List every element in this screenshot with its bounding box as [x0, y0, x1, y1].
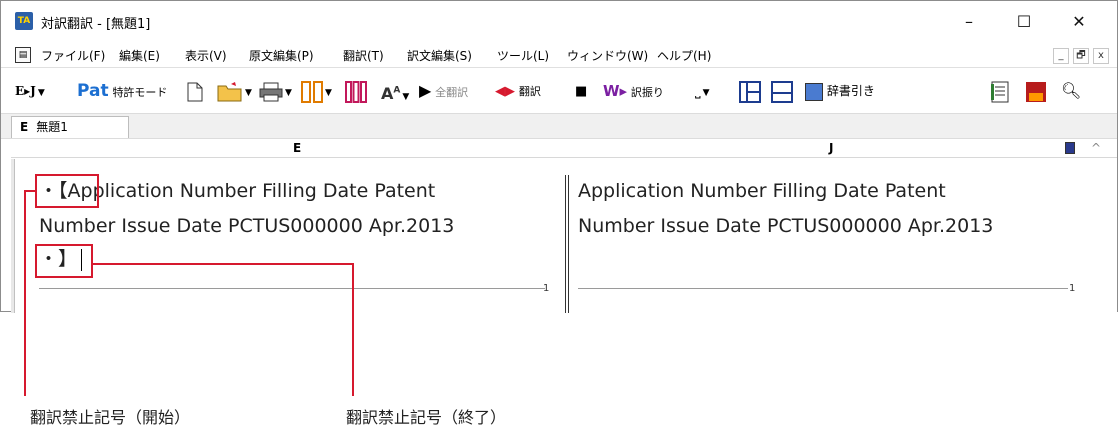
- new-document-icon: [187, 82, 203, 101]
- stop-button[interactable]: ■: [575, 78, 587, 104]
- menu-source-edit[interactable]: 原文編集(P): [249, 47, 314, 64]
- tab-title: 無題1: [36, 120, 68, 134]
- screenshot-stage: TA 対訳翻訳 - [無題1] – ☐ ✕ ▤ ファイル(F) 編集(E) 表示…: [0, 0, 1118, 434]
- font-button[interactable]: AA▼: [381, 78, 409, 104]
- patent-mode-label: 特許モード: [112, 86, 168, 99]
- mdi-close-button[interactable]: x: [1093, 48, 1109, 64]
- source-column-header: E: [293, 141, 302, 155]
- menu-translate[interactable]: 翻訳(T): [343, 47, 384, 64]
- direction-ej-label: E▸J: [15, 84, 36, 98]
- source-line-1-text: Application Number Filling Date Patent: [67, 180, 436, 202]
- maximize-button[interactable]: ☐: [1001, 7, 1047, 37]
- target-line-1: Application Number Filling Date Patent: [578, 180, 946, 202]
- start-callout-line: [24, 190, 26, 396]
- start-marker-highlight: [35, 174, 99, 208]
- assign-translation-button[interactable]: W▸ 訳振り: [603, 78, 664, 104]
- target-line-number: 1: [1069, 283, 1076, 294]
- menu-help[interactable]: ヘルプ(H): [657, 47, 711, 64]
- layout-horizontal-icon: [771, 80, 793, 103]
- window-title: 対訳翻訳 - [無題1]: [41, 17, 151, 32]
- dictionary-lookup-label: 辞書引き: [826, 84, 875, 98]
- toolbar: E▸J ▼ Pat 特許モード ▼ ▼ ▼ AA▼ ▶ 全翻訳 ◀▶ 翻訳 ■ …: [1, 67, 1117, 113]
- patent-mode-button[interactable]: Pat 特許モード: [77, 78, 167, 104]
- tab-document[interactable]: E 無題1: [11, 116, 129, 138]
- three-column-button[interactable]: [345, 78, 367, 104]
- new-document-button[interactable]: [187, 78, 203, 104]
- layout-vertical-button[interactable]: [739, 78, 761, 104]
- document-menu-icon[interactable]: ▤: [15, 47, 31, 63]
- translate-label: 翻訳: [518, 85, 541, 98]
- menu-target-edit[interactable]: 訳文編集(S): [407, 47, 472, 64]
- translate-button[interactable]: ◀▶ 翻訳: [495, 78, 541, 104]
- three-columns-icon: [345, 80, 367, 103]
- end-callout-line: [352, 263, 354, 396]
- source-line-2: Number Issue Date PCTUS000000 Apr.2013: [39, 215, 455, 237]
- print-icon: [259, 82, 283, 101]
- app-window: TA 対訳翻訳 - [無題1] – ☐ ✕ ▤ ファイル(F) 編集(E) 表示…: [0, 0, 1118, 313]
- end-callout-connector: [93, 263, 354, 265]
- document-tab-bar: E 無題1: [1, 113, 1117, 139]
- menu-tools[interactable]: ツール(L): [497, 47, 549, 64]
- target-segment-rule: [578, 288, 1068, 289]
- dictionary-book-icon: [805, 82, 823, 101]
- end-marker-highlight: [35, 244, 93, 278]
- chevron-down-icon[interactable]: ▼: [325, 88, 332, 98]
- chevron-down-icon[interactable]: ▼: [38, 88, 45, 98]
- source-line-number: 1: [543, 283, 550, 294]
- space-button[interactable]: ⎵ ▼: [695, 78, 710, 104]
- layout-horizontal-button[interactable]: [771, 78, 793, 104]
- minimize-button[interactable]: –: [946, 7, 992, 37]
- font-size-icon: AA: [381, 84, 401, 104]
- tab-lang-label: E: [20, 120, 29, 134]
- title-bar: TA 対訳翻訳 - [無題1] – ☐ ✕: [1, 1, 1117, 43]
- translate-arrow-icon: ◀▶: [495, 84, 515, 99]
- open-button[interactable]: ▼: [217, 78, 252, 104]
- translate-all-button[interactable]: ▶ 全翻訳: [419, 78, 468, 104]
- menu-edit[interactable]: 編集(E): [119, 47, 160, 64]
- menu-window[interactable]: ウィンドウ(W): [567, 47, 648, 64]
- mdi-minimize-button[interactable]: _: [1053, 48, 1069, 64]
- notes-list-icon: [991, 81, 1009, 102]
- chevron-down-icon[interactable]: ▼: [245, 88, 252, 98]
- direction-ej-button[interactable]: E▸J ▼: [15, 78, 45, 104]
- split-columns-icon: [301, 80, 323, 103]
- dictionary-lookup-button[interactable]: 辞書引き: [805, 78, 875, 104]
- word-assign-icon: W▸: [603, 82, 628, 100]
- layout-vertical-icon: [739, 80, 761, 103]
- search-icon: 🔍︎: [1061, 81, 1082, 100]
- menu-view[interactable]: 表示(V): [185, 47, 227, 64]
- document-icon[interactable]: [1065, 142, 1075, 154]
- split-view-button[interactable]: ▼: [301, 78, 332, 104]
- translate-all-label: 全翻訳: [435, 86, 469, 99]
- column-header-row: E J ^: [11, 140, 1117, 158]
- scroll-up-icon[interactable]: ^: [1091, 141, 1101, 155]
- patent-icon: Pat: [77, 81, 109, 101]
- translation-panes: ・【Application Number Filling Date Patent…: [11, 159, 1117, 313]
- end-marker-caption: 翻訳禁止記号（終了）: [346, 408, 507, 427]
- chevron-down-icon[interactable]: ▼: [703, 88, 710, 98]
- app-logo-icon: TA: [15, 12, 33, 30]
- mdi-restore-button[interactable]: 🗗: [1073, 48, 1089, 64]
- close-button[interactable]: ✕: [1056, 7, 1102, 37]
- excel-export-icon: [1026, 81, 1046, 102]
- stop-icon: ■: [575, 84, 588, 99]
- pane-divider[interactable]: [565, 175, 569, 313]
- left-margin-bar: [11, 159, 15, 313]
- target-line-2: Number Issue Date PCTUS000000 Apr.2013: [578, 215, 994, 237]
- source-segment-rule: [39, 288, 545, 289]
- chevron-down-icon[interactable]: ▼: [402, 92, 409, 102]
- menu-bar: ▤ ファイル(F) 編集(E) 表示(V) 原文編集(P) 翻訳(T) 訳文編集…: [1, 43, 1117, 67]
- space-icon: ⎵: [695, 83, 701, 99]
- target-column-header: J: [829, 141, 834, 155]
- search-button[interactable]: 🔍︎: [1061, 78, 1081, 104]
- assign-label: 訳振り: [630, 86, 664, 99]
- menu-file[interactable]: ファイル(F): [41, 47, 105, 64]
- print-button[interactable]: ▼: [259, 78, 292, 104]
- start-marker-caption: 翻訳禁止記号（開始）: [30, 408, 191, 427]
- chevron-down-icon[interactable]: ▼: [285, 88, 292, 98]
- open-folder-icon: [217, 81, 242, 101]
- notes-button[interactable]: [991, 78, 1009, 104]
- play-icon: ▶: [419, 81, 432, 100]
- export-excel-button[interactable]: [1025, 78, 1047, 104]
